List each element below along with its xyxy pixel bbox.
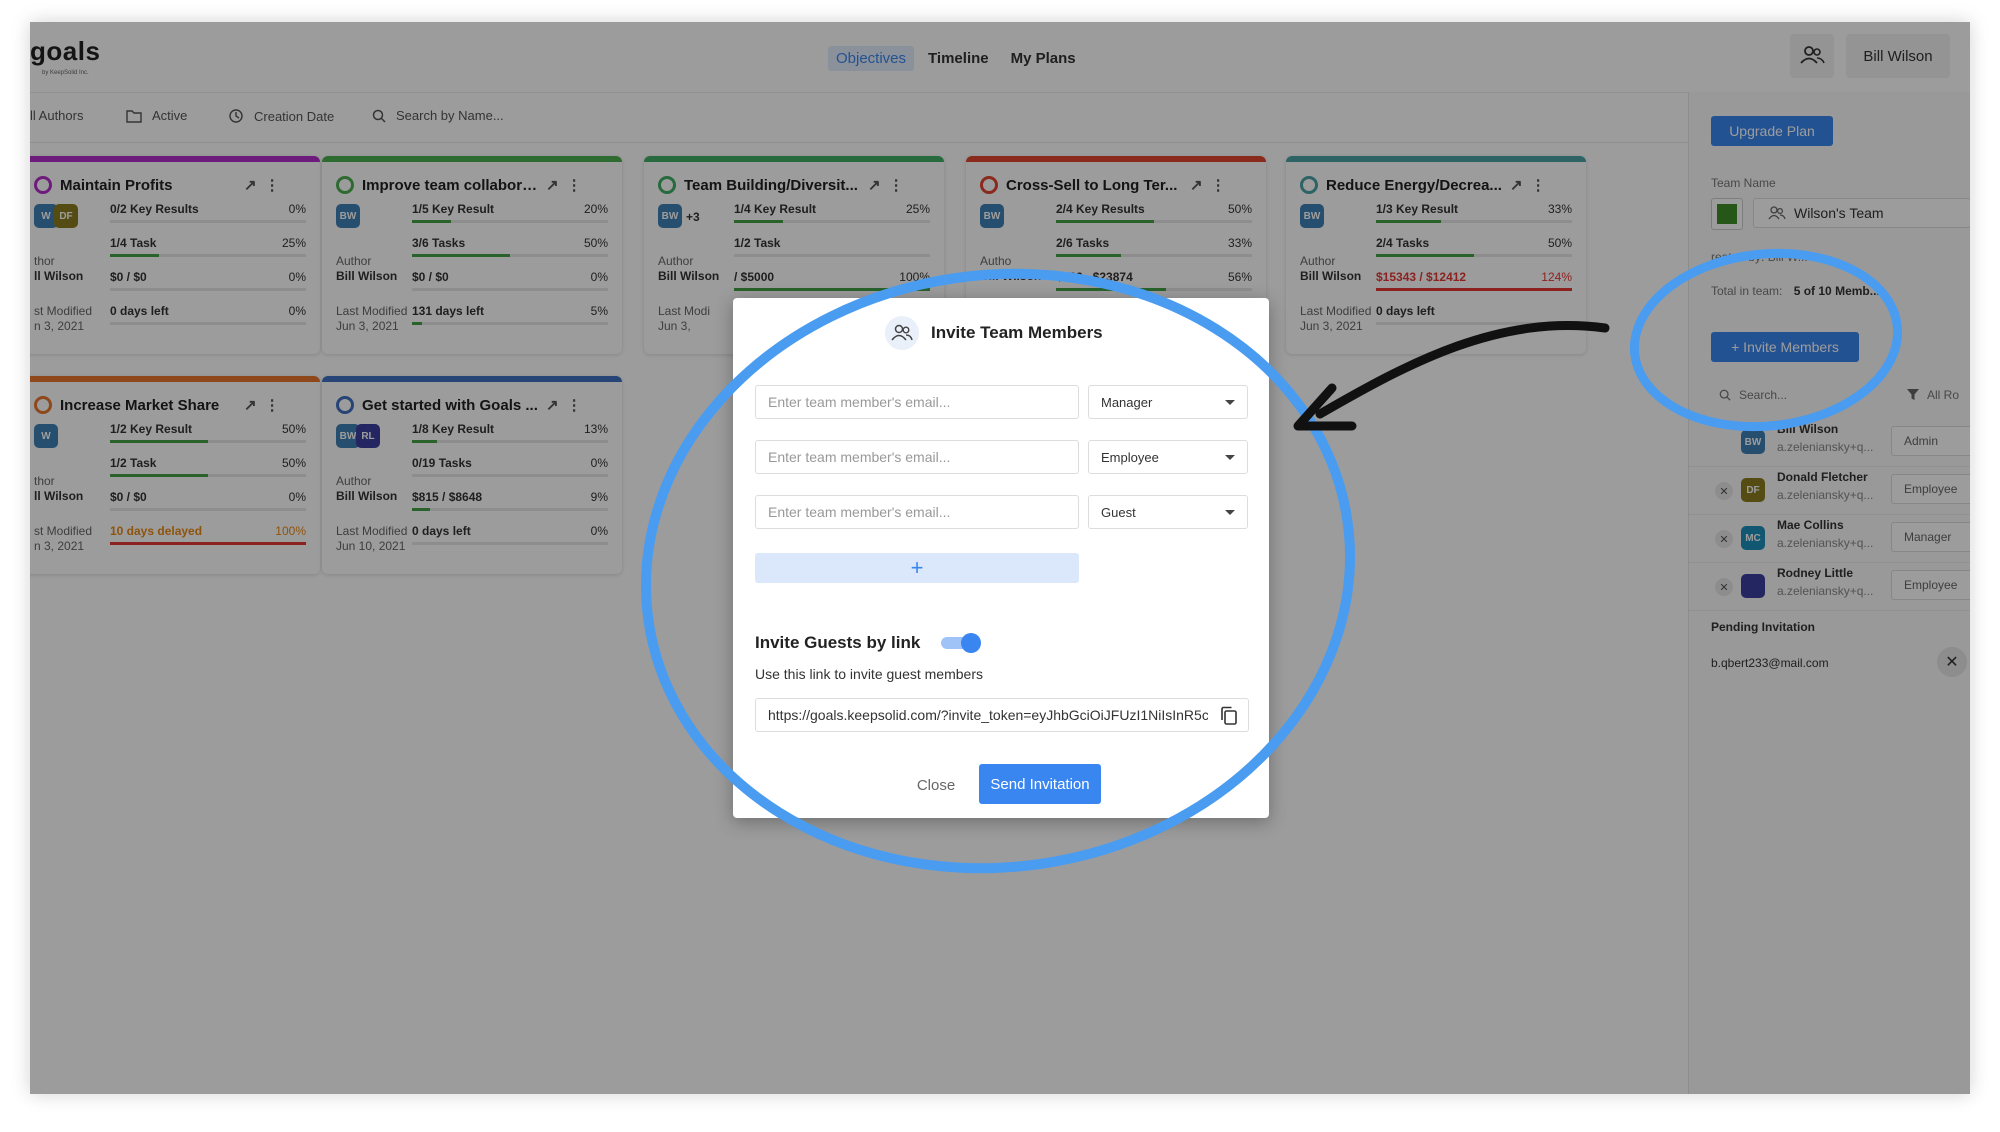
modal-title: Invite Team Members <box>931 323 1103 342</box>
add-member-row-button[interactable]: + <box>755 553 1079 583</box>
close-button[interactable]: Close <box>909 766 963 804</box>
invite-modal: Invite Team Members Manager Employee Gue… <box>733 298 1269 818</box>
caret-down-icon <box>1225 509 1235 515</box>
copy-icon[interactable] <box>1220 706 1238 726</box>
role-select-2[interactable]: Employee <box>1088 440 1248 474</box>
invite-guests-description: Use this link to invite guest members <box>755 666 983 682</box>
email-field-1[interactable] <box>755 385 1079 419</box>
invite-guests-title: Invite Guests by link <box>755 633 921 652</box>
modal-header: Invite Team Members <box>885 316 1103 350</box>
email-field-2[interactable] <box>755 440 1079 474</box>
caret-down-icon <box>1225 399 1235 405</box>
caret-down-icon <box>1225 454 1235 460</box>
role-select-1[interactable]: Manager <box>1088 385 1248 419</box>
send-invitation-button[interactable]: Send Invitation <box>979 764 1101 804</box>
role-select-value: Manager <box>1101 394 1153 410</box>
team-icon <box>885 316 919 350</box>
plus-icon: + <box>910 555 924 580</box>
role-select-value: Employee <box>1101 449 1159 465</box>
invite-guests-toggle[interactable] <box>941 633 981 653</box>
invite-link-text: https://goals.keepsolid.com/?invite_toke… <box>768 707 1208 723</box>
invite-link-field[interactable]: https://goals.keepsolid.com/?invite_toke… <box>755 698 1249 732</box>
toggle-knob <box>961 633 981 653</box>
role-select-3[interactable]: Guest <box>1088 495 1248 529</box>
role-select-value: Guest <box>1101 504 1136 520</box>
email-field-3[interactable] <box>755 495 1079 529</box>
app-window: goals by KeepSolid Inc. Objectives Timel… <box>30 22 1970 1094</box>
